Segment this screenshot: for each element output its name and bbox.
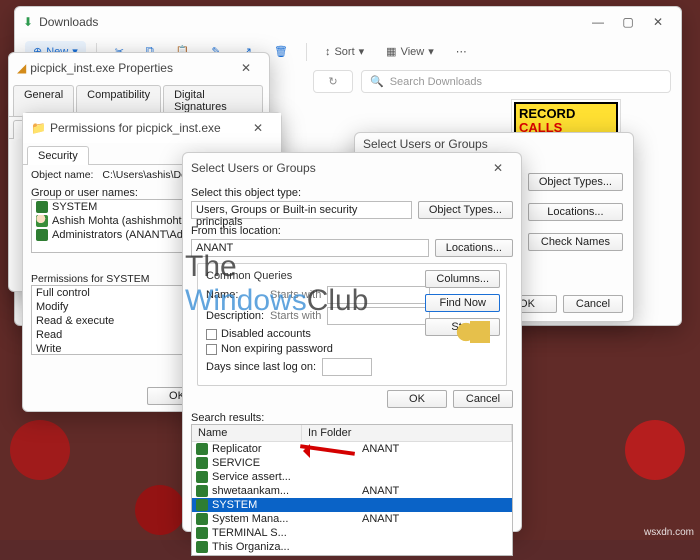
from-location-field[interactable]: ANANT (191, 239, 429, 257)
sort-button[interactable]: ↕ Sort ▾ (317, 41, 372, 62)
user-icon (36, 215, 48, 227)
close-button[interactable]: ✕ (643, 11, 673, 33)
dialog-title: Select Users or Groups (191, 161, 316, 175)
column-name[interactable]: Name (192, 425, 302, 441)
close-button[interactable]: ✕ (243, 117, 273, 139)
properties-title: picpick_inst.exe Properties (30, 61, 173, 75)
explorer-titlebar: ⬇ Downloads — ▢ ✕ (15, 7, 681, 37)
downloads-icon: ⬇ (23, 15, 33, 29)
result-row[interactable]: SERVICE (192, 456, 512, 470)
permissions-title: Permissions for picpick_inst.exe (50, 121, 221, 135)
view-button[interactable]: ▦ View ▾ (378, 41, 442, 62)
minimize-button[interactable]: — (583, 11, 613, 33)
days-since-field[interactable] (322, 358, 372, 376)
object-type-label: Select this object type: (191, 187, 513, 199)
close-button[interactable]: ✕ (483, 157, 513, 179)
credit-text: wsxdn.com (644, 527, 694, 538)
object-types-button[interactable]: Object Types... (418, 201, 513, 219)
properties-titlebar: ◢ picpick_inst.exe Properties ✕ (9, 53, 269, 83)
search-input[interactable]: 🔍 Search Downloads (361, 70, 671, 93)
check-names-button[interactable]: Check Names (528, 233, 623, 251)
principal-icon (196, 443, 208, 455)
permissions-titlebar: 📁 Permissions for picpick_inst.exe ✕ (23, 113, 281, 143)
columns-button[interactable]: Columns... (425, 270, 500, 288)
principal-icon (196, 471, 208, 483)
find-now-button[interactable]: Find Now (425, 294, 500, 312)
principal-icon (196, 541, 208, 553)
app-icon: ◢ (17, 61, 26, 75)
principal-icon (196, 499, 208, 511)
cancel-button[interactable]: Cancel (563, 295, 623, 313)
result-row[interactable]: UsersANANT (192, 554, 512, 556)
select-users-titlebar: Select Users or Groups ✕ (183, 153, 521, 183)
close-button[interactable]: ✕ (231, 57, 261, 79)
principal-icon (196, 513, 208, 525)
result-row[interactable]: This Organiza... (192, 540, 512, 554)
object-types-button[interactable]: Object Types... (528, 173, 623, 191)
description-field[interactable] (327, 307, 430, 325)
dialog-title: Select Users or Groups (363, 137, 488, 151)
disabled-accounts-checkbox[interactable] (206, 329, 217, 340)
result-row[interactable]: ReplicatorANANT (192, 442, 512, 456)
column-folder[interactable]: In Folder (302, 425, 512, 441)
description-label: Description: (206, 310, 264, 322)
user-icon (36, 201, 48, 213)
result-row[interactable]: System Mana...ANANT (192, 512, 512, 526)
non-expiring-checkbox[interactable] (206, 344, 217, 355)
principal-icon (196, 457, 208, 469)
object-type-field[interactable]: Users, Groups or Built-in security princ… (191, 201, 412, 219)
name-label: Name: (206, 289, 264, 301)
result-row[interactable]: Service assert... (192, 470, 512, 484)
days-since-label: Days since last log on: (206, 361, 316, 373)
common-queries-group: Common Queries Name: Starts with Descrip… (197, 263, 507, 386)
search-icon: 🔍 (370, 75, 384, 88)
principal-icon (196, 527, 208, 539)
select-users-dialog: Select Users or Groups ✕ Select this obj… (182, 152, 522, 532)
cancel-button[interactable]: Cancel (453, 390, 513, 408)
maximize-button[interactable]: ▢ (613, 11, 643, 33)
principal-icon (196, 555, 208, 556)
tab-security[interactable]: Security (27, 146, 89, 165)
refresh-button[interactable]: ↻ (313, 70, 353, 93)
folder-icon: 📁 (31, 121, 46, 135)
search-results-label: Search results: (191, 412, 513, 424)
explorer-title: Downloads (39, 15, 98, 29)
ok-button[interactable]: OK (387, 390, 447, 408)
name-field[interactable] (327, 286, 430, 304)
result-row[interactable]: shwetaankam...ANANT (192, 484, 512, 498)
user-icon (36, 229, 48, 241)
locations-button[interactable]: Locations... (528, 203, 623, 221)
principal-icon (196, 485, 208, 497)
delete-icon[interactable]: 🗑 (266, 41, 296, 62)
more-button[interactable]: ⋯ (448, 41, 475, 62)
locations-button[interactable]: Locations... (435, 239, 513, 257)
search-results-list[interactable]: Name In Folder ReplicatorANANTSERVICESer… (191, 424, 513, 556)
key-icon (454, 321, 494, 343)
from-location-label: From this location: (191, 225, 513, 237)
result-row[interactable]: TERMINAL S... (192, 526, 512, 540)
result-row[interactable]: SYSTEM (192, 498, 512, 512)
